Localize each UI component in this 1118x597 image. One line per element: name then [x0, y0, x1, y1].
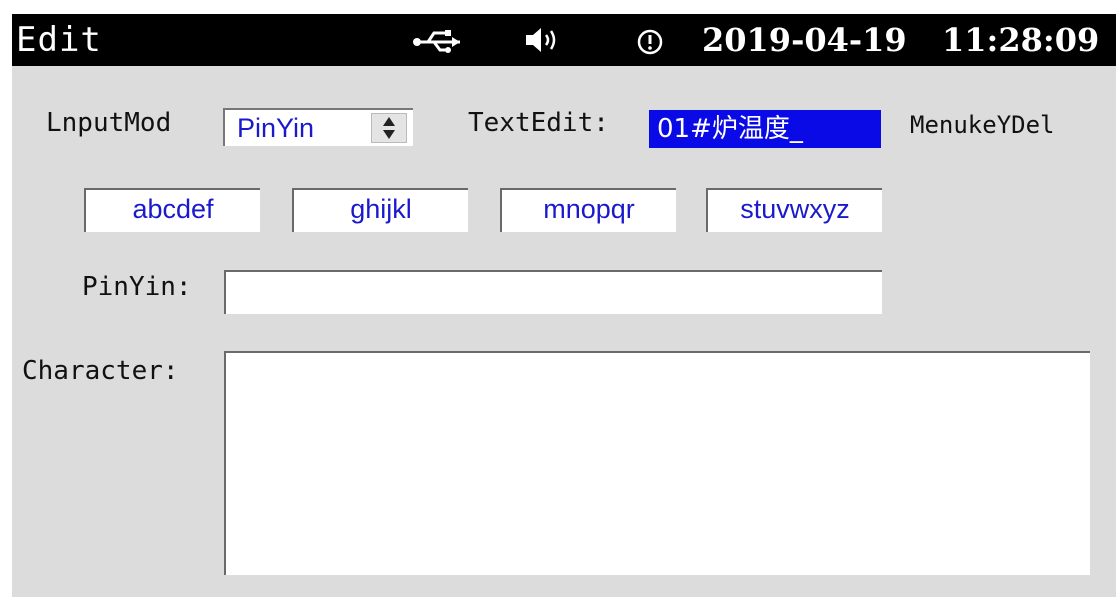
up-down-arrow-icon — [383, 117, 395, 139]
pinyin-label: PinYin: — [82, 272, 192, 302]
screen: Edit 2019-04-19 11:28:09 LnputMod PinYin — [12, 14, 1116, 597]
menu-key-del: MenukeYDel — [910, 111, 1055, 139]
spin-buttons[interactable] — [371, 113, 407, 143]
input-mode-select[interactable]: PinYin — [223, 108, 413, 146]
input-mode-label: LnputMod — [46, 108, 172, 138]
character-label: Character: — [22, 356, 179, 386]
key-stuvwxyz-button[interactable]: stuvwxyz — [706, 188, 882, 232]
page-title: Edit — [16, 20, 102, 60]
title-bar: Edit 2019-04-19 11:28:09 — [12, 14, 1116, 66]
character-area[interactable] — [224, 351, 1090, 575]
pinyin-field[interactable] — [224, 270, 882, 314]
key-mnopqr-button[interactable]: mnopqr — [500, 188, 676, 232]
usb-icon — [413, 30, 460, 53]
text-edit-field[interactable]: 01#炉温度_ — [649, 110, 881, 148]
text-edit-label: TextEdit: — [468, 108, 609, 138]
input-mode-value: PinYin — [237, 113, 315, 143]
time-display: 11:28:09 — [942, 21, 1100, 59]
alert-icon — [637, 29, 663, 55]
key-ghijkl-button[interactable]: ghijkl — [292, 188, 468, 232]
date-display: 2019-04-19 — [702, 21, 907, 59]
speaker-icon — [526, 28, 556, 52]
key-abcdef-button[interactable]: abcdef — [84, 188, 260, 232]
